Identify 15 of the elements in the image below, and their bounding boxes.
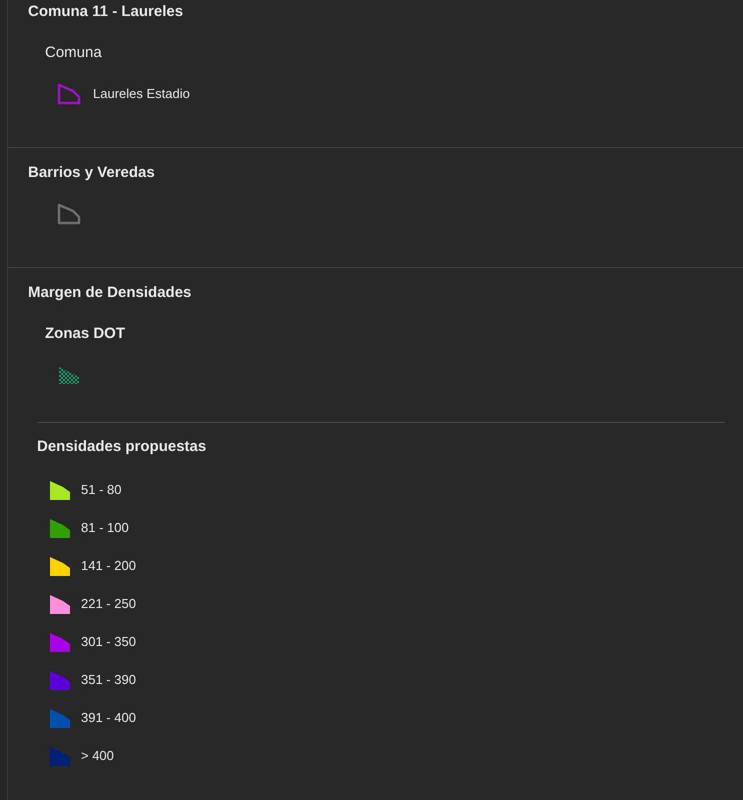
group-subtitle: Densidades propuestas — [37, 438, 208, 456]
legend-label: 301 - 350 — [81, 633, 136, 652]
group-subtitle: Comuna — [45, 44, 103, 62]
section-title: Margen de Densidades — [28, 284, 192, 302]
legend-label: 221 - 250 — [81, 595, 136, 614]
legend-label: Laureles Estadio — [93, 85, 190, 104]
group-subtitle: Zonas DOT — [45, 325, 126, 343]
legend-label: 51 - 80 — [81, 481, 122, 500]
section-title: Barrios y Veredas — [28, 164, 156, 182]
legend-label: > 400 — [81, 747, 114, 766]
legend-label: 391 - 400 — [81, 709, 136, 728]
legend-label: 81 - 100 — [81, 519, 129, 538]
legend-label: 141 - 200 — [81, 557, 136, 576]
legend-label: 351 - 390 — [81, 671, 136, 690]
section-title: Comuna 11 - Laureles — [28, 3, 184, 21]
